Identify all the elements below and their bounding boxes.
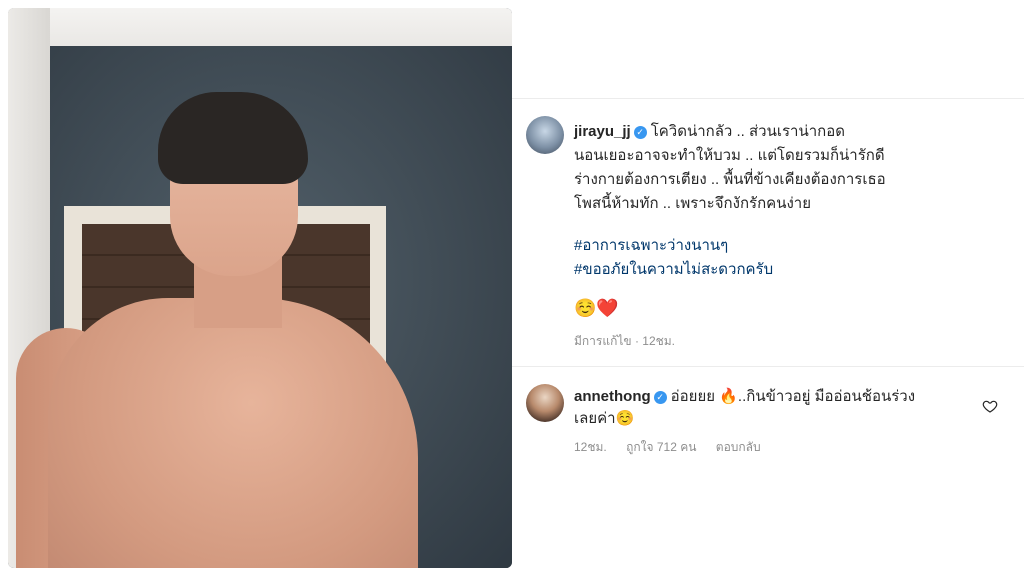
comment-text: เลยค่า☺️ [574, 410, 635, 427]
comment: annethong ✓ อ่อยยย 🔥..กินข้าวอยู่ มืออ่อนช… [574, 386, 974, 430]
comment-meta: 12ชม. ถูกใจ 712 คน ตอบกลับ [574, 438, 777, 457]
divider [512, 98, 1024, 99]
heart-outline-icon[interactable] [982, 398, 998, 414]
red-heart-emoji: ❤️ [596, 298, 619, 318]
post-username[interactable]: jirayu_jj [574, 123, 631, 140]
post-photo[interactable] [8, 8, 512, 568]
post-caption: jirayu_jj ✓ โควิดน่ากลัว .. ส่วนเราน่ากอด … [574, 120, 1004, 216]
hashtags: #อาการเฉพาะว่างนานๆ #ขออภัยในความไม่สะดว… [574, 234, 773, 282]
comment-likes[interactable]: ถูกใจ 712 คน [626, 440, 696, 454]
caption-line: โควิดน่ากลัว .. ส่วนเราน่ากอด [650, 123, 845, 140]
person-torso [48, 298, 418, 568]
comment-username[interactable]: annethong [574, 388, 651, 405]
hashtag-link[interactable]: #อาการเฉพาะว่างนานๆ [574, 234, 773, 258]
avatar[interactable] [526, 116, 564, 154]
verified-badge-icon: ✓ [633, 126, 647, 139]
comment-text: ..กินข้าวอยู่ มืออ่อนช้อนร่วง [737, 388, 916, 405]
verified-badge-icon: ✓ [653, 391, 667, 404]
avatar[interactable] [526, 384, 564, 422]
caption-line: ร่างกายต้องการเตียง .. พื้นที่ข้างเคียงต… [574, 171, 886, 188]
smiling-face-emoji: ☺️ [574, 298, 597, 318]
post-details-panel: jirayu_jj ✓ โควิดน่ากลัว .. ส่วนเราน่ากอด … [512, 0, 1024, 576]
caption-line: นอนเยอะอาจจะทำให้บวม .. แต่โดยรวมก็น่ารั… [574, 147, 885, 164]
fire-emoji: 🔥 [719, 388, 738, 405]
edited-label: มีการแก้ไข [574, 334, 632, 348]
caption-emojis: ☺️❤️ [574, 298, 619, 319]
comment-text: อ่อยยย [670, 388, 716, 405]
caption-line: โพสนี้ห้ามทัก .. เพราะจึกงักรักคนง่าย [574, 195, 811, 212]
post-meta: มีการแก้ไข · 12ชม. [574, 334, 676, 348]
reply-button[interactable]: ตอบกลับ [716, 440, 761, 454]
hashtag-link[interactable]: #ขออภัยในความไม่สะดวกครับ [574, 258, 773, 282]
divider [512, 366, 1024, 367]
comment-time[interactable]: 12ชม. [574, 440, 607, 454]
post-time[interactable]: 12ชม. [642, 334, 675, 348]
